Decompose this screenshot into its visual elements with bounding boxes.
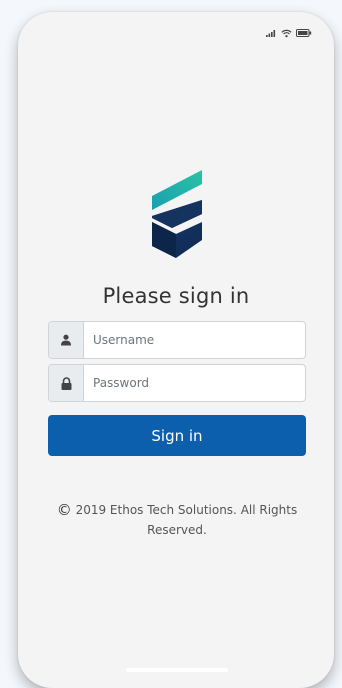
- ethos-logo: [152, 170, 202, 258]
- home-indicator[interactable]: [126, 668, 228, 672]
- password-field-group: [48, 364, 306, 402]
- copyright-footer: © 2019 Ethos Tech Solutions. All Rights …: [48, 500, 306, 540]
- copyright-icon: ©: [56, 501, 72, 519]
- username-input[interactable]: [84, 322, 305, 358]
- phone-frame: Please sign in Sign in © 2019 Ethos Tech…: [18, 12, 334, 688]
- lock-icon: [49, 365, 84, 401]
- wifi-icon: [281, 29, 292, 37]
- signal-icon: [266, 30, 276, 37]
- page-title: Please sign in: [102, 284, 250, 308]
- status-bar: [266, 28, 312, 38]
- copyright-text: 2019 Ethos Tech Solutions. All Rights Re…: [75, 503, 298, 537]
- username-field-group: [48, 321, 306, 359]
- sign-in-button[interactable]: Sign in: [48, 415, 306, 456]
- password-input[interactable]: [84, 365, 305, 401]
- battery-icon: [296, 29, 312, 37]
- user-icon: [49, 322, 84, 358]
